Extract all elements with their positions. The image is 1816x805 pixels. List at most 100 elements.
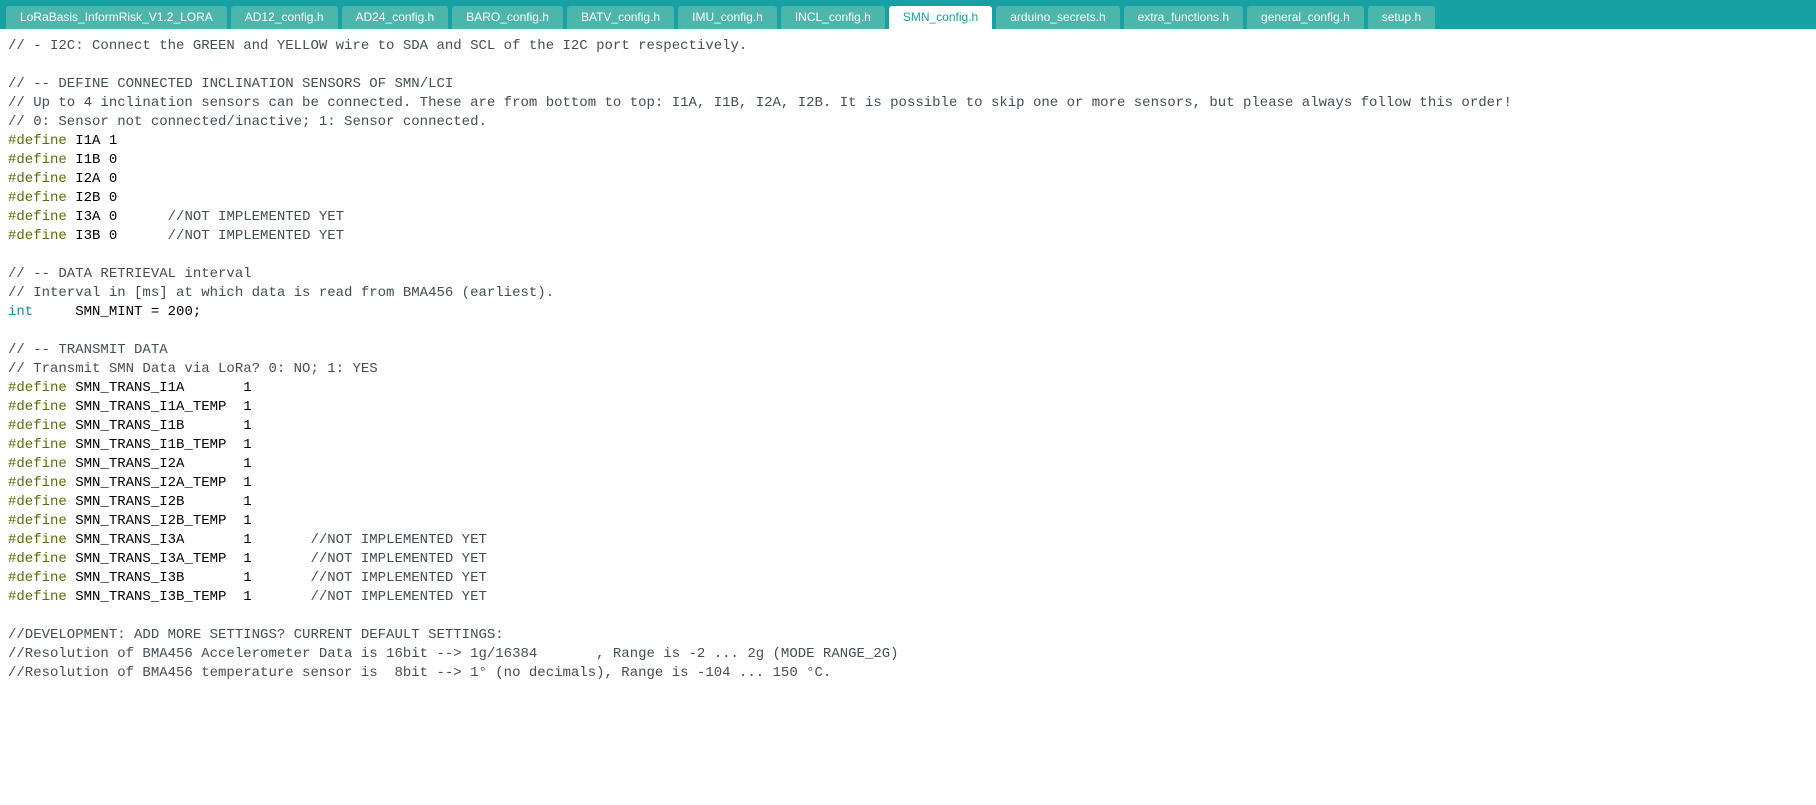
code-token: // Transmit SMN Data via LoRa? 0: NO; 1:… bbox=[8, 361, 378, 377]
code-token: // -- DEFINE CONNECTED INCLINATION SENSO… bbox=[8, 76, 453, 92]
code-token: #define bbox=[8, 494, 67, 510]
code-line: // -- DEFINE CONNECTED INCLINATION SENSO… bbox=[8, 75, 1808, 94]
code-line: #define SMN_TRANS_I3B 1 //NOT IMPLEMENTE… bbox=[8, 569, 1808, 588]
code-token: //DEVELOPMENT: ADD MORE SETTINGS? CURREN… bbox=[8, 627, 504, 643]
tab-setup-h[interactable]: setup.h bbox=[1368, 6, 1435, 29]
code-token: // -- TRANSMIT DATA bbox=[8, 342, 168, 358]
code-token: //NOT IMPLEMENTED YET bbox=[310, 589, 486, 605]
code-token: #define bbox=[8, 532, 67, 548]
code-token: #define bbox=[8, 570, 67, 586]
code-line bbox=[8, 607, 1808, 626]
code-line: #define I1B 0 bbox=[8, 151, 1808, 170]
code-token: I3B 0 bbox=[67, 228, 168, 244]
code-token: SMN_MINT = 200; bbox=[33, 304, 201, 320]
code-line: #define SMN_TRANS_I1A 1 bbox=[8, 379, 1808, 398]
tab-general-config-h[interactable]: general_config.h bbox=[1247, 6, 1364, 29]
code-line: #define SMN_TRANS_I2A_TEMP 1 bbox=[8, 474, 1808, 493]
code-token: I2B 0 bbox=[67, 190, 117, 206]
code-line: // -- TRANSMIT DATA bbox=[8, 341, 1808, 360]
tab-baro-config-h[interactable]: BARO_config.h bbox=[452, 6, 563, 29]
code-line: #define I3B 0 //NOT IMPLEMENTED YET bbox=[8, 227, 1808, 246]
code-line: #define SMN_TRANS_I1A_TEMP 1 bbox=[8, 398, 1808, 417]
code-line: #define SMN_TRANS_I1B_TEMP 1 bbox=[8, 436, 1808, 455]
code-line bbox=[8, 246, 1808, 265]
code-token: I1A 1 bbox=[67, 133, 117, 149]
code-token: #define bbox=[8, 152, 67, 168]
code-line: #define SMN_TRANS_I3A 1 //NOT IMPLEMENTE… bbox=[8, 531, 1808, 550]
code-editor[interactable]: // - I2C: Connect the GREEN and YELLOW w… bbox=[0, 29, 1816, 691]
tab-incl-config-h[interactable]: INCL_config.h bbox=[781, 6, 885, 29]
code-line: #define I2B 0 bbox=[8, 189, 1808, 208]
code-token: SMN_TRANS_I1A_TEMP 1 bbox=[67, 399, 252, 415]
code-token: #define bbox=[8, 209, 67, 225]
code-token: SMN_TRANS_I2B_TEMP 1 bbox=[67, 513, 252, 529]
code-line: // -- DATA RETRIEVAL interval bbox=[8, 265, 1808, 284]
code-token: #define bbox=[8, 589, 67, 605]
code-token: SMN_TRANS_I1A 1 bbox=[67, 380, 252, 396]
code-line: #define I1A 1 bbox=[8, 132, 1808, 151]
code-token: #define bbox=[8, 475, 67, 491]
code-line: #define SMN_TRANS_I3A_TEMP 1 //NOT IMPLE… bbox=[8, 550, 1808, 569]
tab-lorabasis-informrisk-v1-2-lora[interactable]: LoRaBasis_InformRisk_V1.2_LORA bbox=[6, 6, 227, 29]
code-line: #define SMN_TRANS_I2B_TEMP 1 bbox=[8, 512, 1808, 531]
code-line: //Resolution of BMA456 Accelerometer Dat… bbox=[8, 645, 1808, 664]
code-token: #define bbox=[8, 380, 67, 396]
tab-imu-config-h[interactable]: IMU_config.h bbox=[678, 6, 777, 29]
code-token: //NOT IMPLEMENTED YET bbox=[310, 551, 486, 567]
code-token: //NOT IMPLEMENTED YET bbox=[168, 209, 344, 225]
tab-batv-config-h[interactable]: BATV_config.h bbox=[567, 6, 674, 29]
tab-smn-config-h[interactable]: SMN_config.h bbox=[889, 6, 992, 29]
code-line: // Transmit SMN Data via LoRa? 0: NO; 1:… bbox=[8, 360, 1808, 379]
code-line: // Interval in [ms] at which data is rea… bbox=[8, 284, 1808, 303]
code-token: SMN_TRANS_I1B 1 bbox=[67, 418, 252, 434]
code-line: #define SMN_TRANS_I1B 1 bbox=[8, 417, 1808, 436]
code-line: #define I3A 0 //NOT IMPLEMENTED YET bbox=[8, 208, 1808, 227]
code-token: #define bbox=[8, 228, 67, 244]
code-token: #define bbox=[8, 513, 67, 529]
code-token: I3A 0 bbox=[67, 209, 168, 225]
code-token: I1B 0 bbox=[67, 152, 117, 168]
tab-ad24-config-h[interactable]: AD24_config.h bbox=[342, 6, 449, 29]
code-token: #define bbox=[8, 456, 67, 472]
code-token: #define bbox=[8, 399, 67, 415]
code-token: #define bbox=[8, 190, 67, 206]
code-token: SMN_TRANS_I1B_TEMP 1 bbox=[67, 437, 252, 453]
code-token: // Up to 4 inclination sensors can be co… bbox=[8, 95, 1512, 111]
code-token: //Resolution of BMA456 temperature senso… bbox=[8, 665, 831, 681]
code-line: #define SMN_TRANS_I2A 1 bbox=[8, 455, 1808, 474]
code-token: SMN_TRANS_I3B 1 bbox=[67, 570, 311, 586]
tab-extra-functions-h[interactable]: extra_functions.h bbox=[1124, 6, 1243, 29]
code-line: int SMN_MINT = 200; bbox=[8, 303, 1808, 322]
code-line: //DEVELOPMENT: ADD MORE SETTINGS? CURREN… bbox=[8, 626, 1808, 645]
tab-arduino-secrets-h[interactable]: arduino_secrets.h bbox=[996, 6, 1119, 29]
code-token: // -- DATA RETRIEVAL interval bbox=[8, 266, 252, 282]
code-line bbox=[8, 56, 1808, 75]
tab-bar: LoRaBasis_InformRisk_V1.2_LORAAD12_confi… bbox=[0, 0, 1816, 29]
code-token: SMN_TRANS_I2B 1 bbox=[67, 494, 252, 510]
code-token: SMN_TRANS_I3A_TEMP 1 bbox=[67, 551, 311, 567]
code-line: #define I2A 0 bbox=[8, 170, 1808, 189]
code-token: // Interval in [ms] at which data is rea… bbox=[8, 285, 554, 301]
code-token: SMN_TRANS_I3B_TEMP 1 bbox=[67, 589, 311, 605]
code-line: // 0: Sensor not connected/inactive; 1: … bbox=[8, 113, 1808, 132]
code-token: // 0: Sensor not connected/inactive; 1: … bbox=[8, 114, 487, 130]
code-token: //NOT IMPLEMENTED YET bbox=[310, 532, 486, 548]
code-line bbox=[8, 322, 1808, 341]
code-token: int bbox=[8, 304, 33, 320]
code-line: //Resolution of BMA456 temperature senso… bbox=[8, 664, 1808, 683]
code-token: #define bbox=[8, 437, 67, 453]
code-line: #define SMN_TRANS_I2B 1 bbox=[8, 493, 1808, 512]
code-token: SMN_TRANS_I3A 1 bbox=[67, 532, 311, 548]
code-token: //NOT IMPLEMENTED YET bbox=[310, 570, 486, 586]
code-token: //Resolution of BMA456 Accelerometer Dat… bbox=[8, 646, 899, 662]
tab-ad12-config-h[interactable]: AD12_config.h bbox=[231, 6, 338, 29]
code-token: I2A 0 bbox=[67, 171, 117, 187]
code-line: #define SMN_TRANS_I3B_TEMP 1 //NOT IMPLE… bbox=[8, 588, 1808, 607]
code-token: #define bbox=[8, 418, 67, 434]
code-token: SMN_TRANS_I2A 1 bbox=[67, 456, 252, 472]
code-line: // - I2C: Connect the GREEN and YELLOW w… bbox=[8, 37, 1808, 56]
code-token: #define bbox=[8, 133, 67, 149]
code-token: #define bbox=[8, 551, 67, 567]
code-token: // - I2C: Connect the GREEN and YELLOW w… bbox=[8, 38, 747, 54]
code-token: //NOT IMPLEMENTED YET bbox=[168, 228, 344, 244]
